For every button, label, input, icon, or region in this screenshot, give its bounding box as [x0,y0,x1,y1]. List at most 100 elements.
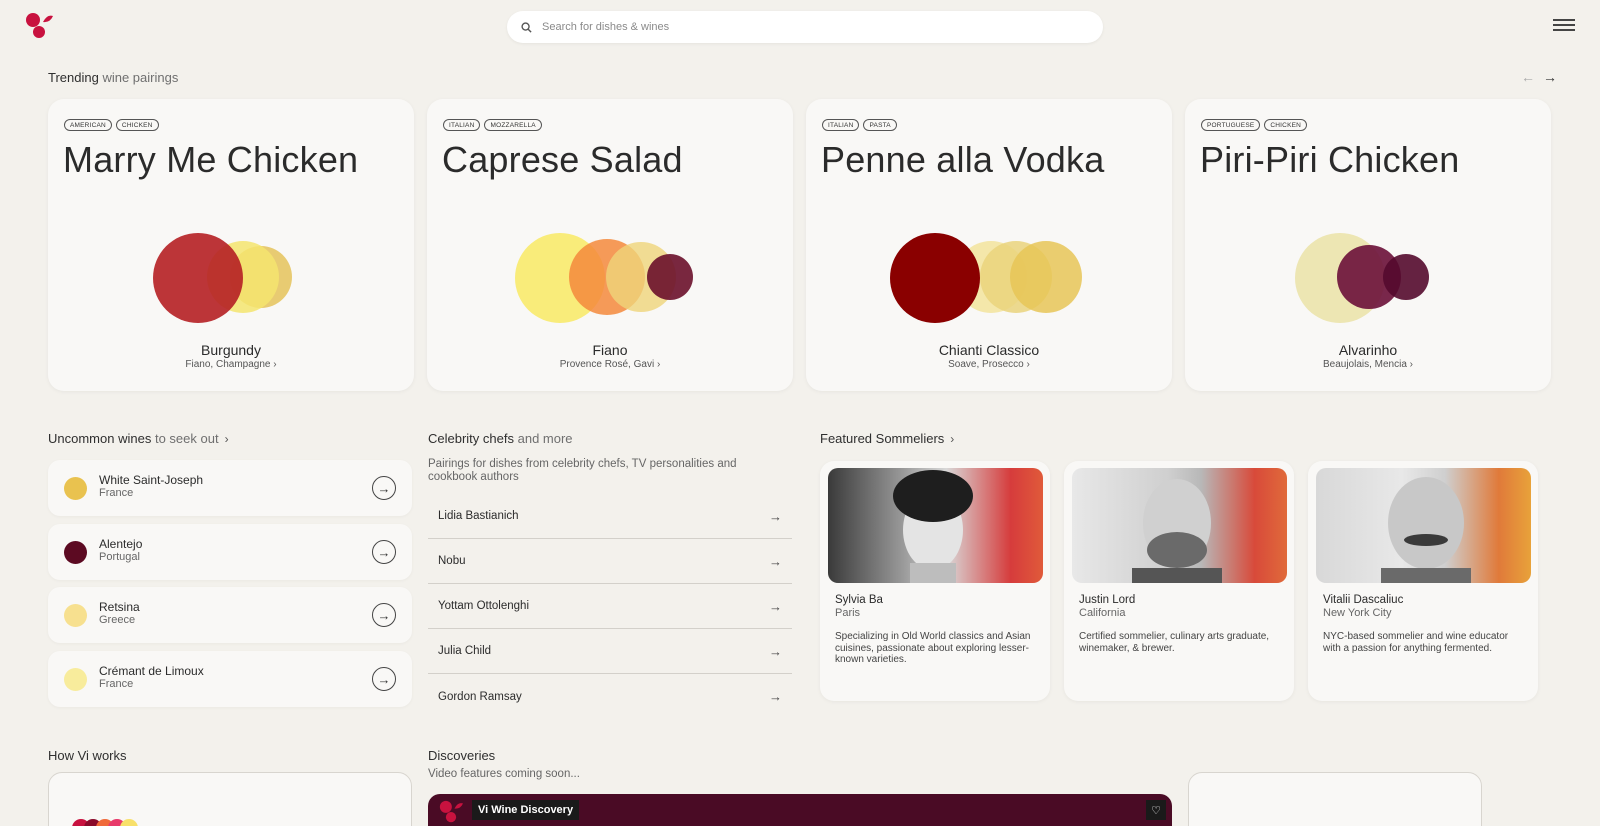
alternatives-link[interactable]: Beaujolais, Mencia › [1185,359,1551,370]
prev-arrow-icon[interactable]: ← [1521,69,1535,85]
wine-name: Burgundy [201,342,261,358]
trending-title: Trending wine pairings [48,70,179,85]
search-bar[interactable] [507,11,1103,43]
alternatives-link[interactable]: Soave, Prosecco › [806,359,1172,370]
how-vi-works-card[interactable] [48,772,412,826]
uncommon-wine-item[interactable]: Alentejo Portugal → [48,524,412,580]
wine-circles-graphic [515,233,693,323]
discoveries-subtitle: Video features coming soon... [428,768,580,780]
discoveries-title: Discoveries [428,748,496,763]
wine-name: White Saint-Joseph [99,473,204,487]
chef-name: Gordon Ramsay [438,690,522,703]
wine-color-dot [64,477,87,500]
tag: MOZZARELLA [484,119,542,131]
chef-item[interactable]: Yottam Ottolenghi → [428,584,792,629]
wine-name: Alvarinho [1338,342,1398,358]
sommelier-card[interactable]: Sylvia Ba Paris Specializing in Old Worl… [820,461,1050,701]
chef-item[interactable]: Nobu → [428,539,792,584]
sommelier-name: Vitalii Dascaliuc [1323,594,1404,606]
sommelier-photo [1316,468,1531,583]
tag: ITALIAN [822,119,860,131]
chef-name: Yottam Ottolenghi [438,600,529,612]
uncommon-wine-item[interactable]: White Saint-Joseph France → [48,460,412,516]
wine-circles-graphic [890,233,1082,323]
dish-title: Marry Me Chicken [63,139,359,180]
tag: CHICKEN [115,119,159,131]
vi-logo [439,800,463,823]
sommelier-bio: Specializing in Old World classics and A… [835,631,1031,665]
sommelier-name: Justin Lord [1079,594,1136,606]
vi-logo[interactable] [24,12,54,40]
heart-icon[interactable]: ♡ [1146,800,1166,820]
arrow-right-icon: → [769,553,782,569]
sommelier-name: Sylvia Ba [835,594,883,606]
arrow-right-icon: → [769,598,782,614]
sommelier-bio: Certified sommelier, culinary arts gradu… [1079,631,1270,654]
uncommon-wine-item[interactable]: Crémant de Limoux France → [48,651,412,707]
wine-circles-graphic [153,233,292,323]
chevron-right-icon: › [224,432,229,446]
chef-item[interactable]: Julia Child → [428,629,792,674]
tag: PORTUGUESE [1201,119,1261,131]
discovery-card[interactable] [1188,772,1482,826]
next-arrow-icon[interactable]: → [1543,69,1557,85]
sommelier-city: California [1079,607,1126,619]
featured-sommeliers-title[interactable]: Featured Sommeliers › [820,431,954,446]
arrow-right-icon[interactable]: → [372,540,396,564]
sommelier-city: New York City [1323,607,1392,619]
wine-name: Crémant de Limoux [99,664,204,678]
arrow-right-icon: → [769,643,782,659]
wine-country: France [99,678,134,690]
video-badge: Vi Wine Discovery [472,800,580,820]
tag: CHICKEN [1264,119,1308,131]
wine-name: Fiano [592,342,628,358]
dish-title: Penne alla Vodka [821,139,1105,180]
sommelier-card[interactable]: Vitalii Dascaliuc New York City NYC-base… [1308,461,1538,701]
sommelier-photo [828,468,1043,583]
wine-color-dot [64,541,87,564]
alternatives-link[interactable]: Provence Rosé, Gavi › [427,359,793,370]
wine-color-dot [64,668,87,691]
sommelier-bio: NYC-based sommelier and wine educator wi… [1323,631,1509,654]
sommelier-card[interactable]: Justin Lord California Certified sommeli… [1064,461,1294,701]
pairing-card[interactable]: ITALIAN PASTA Penne alla Vodka Chianti C… [806,99,1172,391]
dish-title: Piri-Piri Chicken [1200,139,1460,180]
how-vi-works-title: How Vi works [48,748,127,763]
wine-country: Greece [99,614,136,626]
menu-icon[interactable] [1553,19,1575,35]
sommelier-city: Paris [835,607,861,619]
uncommon-wine-item[interactable]: Retsina Greece → [48,587,412,643]
search-input[interactable] [542,21,1062,33]
uncommon-wines-title[interactable]: Uncommon wines to seek out › [48,431,229,446]
chevron-right-icon: › [950,432,955,446]
chef-item[interactable]: Gordon Ramsay → [428,674,792,719]
wine-name: Alentejo [99,537,143,551]
pairing-card[interactable]: AMERICAN CHICKEN Marry Me Chicken Burgun… [48,99,414,391]
arrow-right-icon[interactable]: → [372,603,396,627]
video-feature[interactable]: Vi Wine Discovery ♡ [428,794,1172,826]
dish-title: Caprese Salad [442,139,683,180]
pairing-card[interactable]: ITALIAN MOZZARELLA Caprese Salad Fiano P… [427,99,793,391]
arrow-right-icon[interactable]: → [372,667,396,691]
wine-color-dot [64,604,87,627]
pairing-card[interactable]: PORTUGUESE CHICKEN Piri-Piri Chicken Alv… [1185,99,1551,391]
arrow-right-icon: → [769,689,782,704]
wine-country: France [99,487,134,499]
celebrity-chefs-subtitle: Pairings for dishes from celebrity chefs… [428,458,737,483]
wine-country: Portugal [99,551,140,563]
arrow-right-icon[interactable]: → [372,476,396,500]
tag: PASTA [863,119,897,131]
chef-name: Lidia Bastianich [438,510,519,522]
wine-name: Retsina [99,600,140,614]
sommelier-photo [1072,468,1287,583]
tag: ITALIAN [443,119,481,131]
wine-name: Chianti Classico [938,342,1040,358]
arrow-right-icon: → [769,508,782,524]
wine-circles-graphic [1295,233,1429,323]
chef-name: Julia Child [438,645,492,657]
chef-item[interactable]: Lidia Bastianich → [428,494,792,539]
chef-name: Nobu [438,555,466,567]
alternatives-link[interactable]: Fiano, Champagne › [48,359,414,370]
tag: AMERICAN [64,119,112,131]
celebrity-chefs-title: Celebrity chefs and more [428,431,573,446]
